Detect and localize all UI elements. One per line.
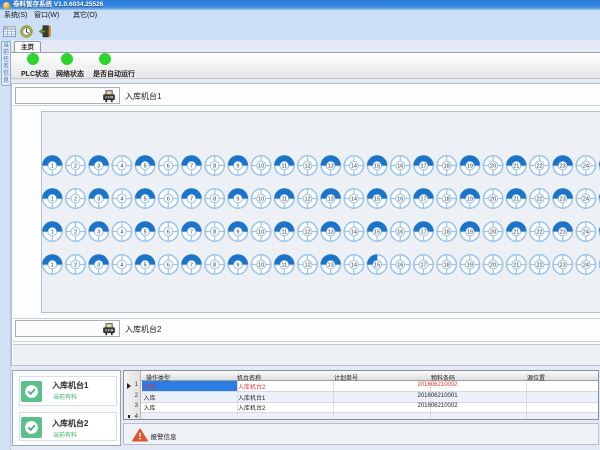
- svg-text:3: 3: [97, 263, 100, 269]
- svg-text:5: 5: [144, 164, 147, 170]
- svg-text:14: 14: [351, 230, 357, 236]
- svg-text:22: 22: [536, 164, 542, 170]
- svg-text:23: 23: [560, 263, 566, 269]
- svg-text:8: 8: [213, 263, 216, 269]
- svg-text:19: 19: [467, 263, 473, 269]
- svg-text:18: 18: [444, 164, 450, 170]
- svg-text:17: 17: [420, 230, 426, 236]
- svg-text:1: 1: [51, 263, 54, 269]
- svg-text:4: 4: [120, 164, 123, 170]
- svg-text:5: 5: [144, 230, 147, 236]
- svg-text:13: 13: [328, 197, 334, 203]
- svg-text:12: 12: [304, 164, 310, 170]
- svg-text:9: 9: [236, 263, 239, 269]
- svg-text:21: 21: [513, 164, 519, 170]
- svg-text:3: 3: [97, 164, 100, 170]
- svg-text:14: 14: [351, 263, 357, 269]
- svg-text:10: 10: [258, 230, 264, 236]
- svg-text:20: 20: [490, 164, 496, 170]
- svg-text:2: 2: [74, 230, 77, 236]
- svg-text:22: 22: [536, 263, 542, 269]
- svg-text:24: 24: [583, 164, 589, 170]
- svg-text:9: 9: [236, 197, 239, 203]
- svg-text:6: 6: [167, 263, 170, 269]
- svg-text:16: 16: [397, 263, 403, 269]
- svg-text:17: 17: [420, 164, 426, 170]
- svg-text:18: 18: [444, 197, 450, 203]
- svg-text:14: 14: [351, 197, 357, 203]
- svg-text:15: 15: [374, 197, 380, 203]
- svg-text:6: 6: [167, 164, 170, 170]
- svg-text:6: 6: [167, 230, 170, 236]
- svg-text:1: 1: [51, 164, 54, 170]
- svg-text:9: 9: [236, 164, 239, 170]
- svg-text:13: 13: [328, 230, 334, 236]
- svg-text:18: 18: [444, 263, 450, 269]
- svg-text:20: 20: [490, 263, 496, 269]
- svg-text:3: 3: [97, 230, 100, 236]
- svg-text:2: 2: [74, 263, 77, 269]
- svg-text:1: 1: [51, 230, 54, 236]
- svg-text:19: 19: [467, 197, 473, 203]
- svg-text:15: 15: [374, 263, 380, 269]
- svg-text:20: 20: [490, 230, 496, 236]
- svg-text:12: 12: [304, 197, 310, 203]
- svg-text:7: 7: [190, 197, 193, 203]
- svg-text:16: 16: [397, 197, 403, 203]
- svg-text:21: 21: [513, 230, 519, 236]
- svg-text:4: 4: [120, 263, 123, 269]
- svg-text:22: 22: [536, 230, 542, 236]
- svg-text:8: 8: [213, 164, 216, 170]
- svg-text:22: 22: [536, 197, 542, 203]
- svg-text:17: 17: [420, 197, 426, 203]
- svg-text:21: 21: [513, 263, 519, 269]
- svg-text:12: 12: [304, 263, 310, 269]
- svg-text:4: 4: [120, 230, 123, 236]
- svg-text:21: 21: [513, 197, 519, 203]
- svg-text:16: 16: [397, 230, 403, 236]
- svg-text:15: 15: [374, 164, 380, 170]
- svg-text:9: 9: [236, 230, 239, 236]
- svg-text:2: 2: [74, 197, 77, 203]
- svg-text:24: 24: [583, 230, 589, 236]
- svg-text:6: 6: [167, 197, 170, 203]
- svg-text:10: 10: [258, 263, 264, 269]
- svg-text:8: 8: [213, 197, 216, 203]
- svg-text:5: 5: [144, 263, 147, 269]
- svg-text:11: 11: [281, 230, 287, 236]
- svg-text:11: 11: [281, 197, 287, 203]
- svg-text:20: 20: [490, 197, 496, 203]
- svg-text:7: 7: [190, 230, 193, 236]
- svg-text:24: 24: [583, 263, 589, 269]
- svg-text:23: 23: [560, 197, 566, 203]
- svg-text:23: 23: [560, 230, 566, 236]
- svg-text:17: 17: [420, 263, 426, 269]
- svg-text:1: 1: [51, 197, 54, 203]
- svg-text:13: 13: [328, 164, 334, 170]
- svg-text:11: 11: [281, 263, 287, 269]
- svg-text:16: 16: [397, 164, 403, 170]
- svg-text:5: 5: [144, 197, 147, 203]
- svg-text:2: 2: [74, 164, 77, 170]
- svg-text:19: 19: [467, 164, 473, 170]
- svg-text:24: 24: [583, 197, 589, 203]
- svg-text:23: 23: [560, 164, 566, 170]
- svg-text:3: 3: [97, 197, 100, 203]
- svg-text:12: 12: [304, 230, 310, 236]
- svg-text:7: 7: [190, 263, 193, 269]
- svg-text:10: 10: [258, 197, 264, 203]
- svg-text:7: 7: [190, 164, 193, 170]
- svg-text:11: 11: [281, 164, 287, 170]
- svg-text:13: 13: [328, 263, 334, 269]
- svg-text:4: 4: [120, 197, 123, 203]
- svg-text:8: 8: [213, 230, 216, 236]
- svg-text:10: 10: [258, 164, 264, 170]
- svg-text:14: 14: [351, 164, 357, 170]
- svg-text:15: 15: [374, 230, 380, 236]
- svg-text:18: 18: [444, 230, 450, 236]
- svg-text:19: 19: [467, 230, 473, 236]
